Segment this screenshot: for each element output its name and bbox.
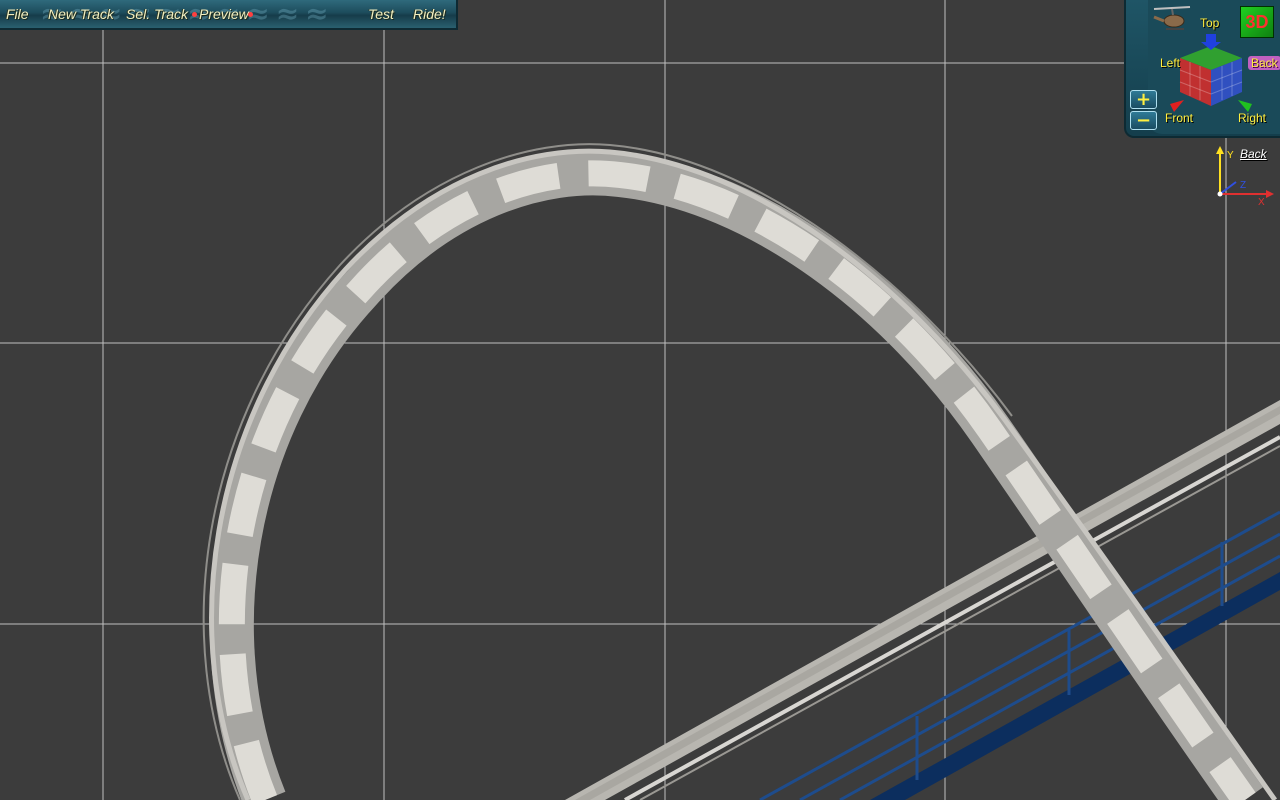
- axis-y-label: Y: [1227, 150, 1234, 161]
- 3d-viewport[interactable]: [0, 0, 1280, 800]
- menu-test[interactable]: Test: [368, 6, 394, 22]
- menu-preview[interactable]: Preview: [199, 6, 249, 22]
- view-cube-icon[interactable]: [1170, 34, 1252, 114]
- zoom-out-button[interactable]: −: [1130, 111, 1157, 130]
- view-left-label[interactable]: Left: [1160, 56, 1180, 70]
- main-menu-bar: ≈≈≈≈≈≈≈≈≈≈ File New Track Sel. Track Pre…: [0, 0, 458, 30]
- axis-z-label: Z: [1240, 180, 1246, 191]
- view-front-label[interactable]: Front: [1165, 111, 1193, 125]
- menu-file[interactable]: File: [6, 6, 29, 22]
- menu-sel-track[interactable]: Sel. Track: [126, 6, 188, 22]
- axis-x-label: X: [1258, 197, 1265, 206]
- menu-ride[interactable]: Ride!: [413, 6, 446, 22]
- loop-track-segment[interactable]: [202, 143, 1278, 800]
- straight-track-segment[interactable]: [565, 400, 1280, 800]
- preview-indicator-dot: [192, 12, 197, 17]
- menu-new-track[interactable]: New Track: [48, 6, 114, 22]
- zoom-in-button[interactable]: +: [1130, 90, 1157, 109]
- axis-gizmo-icon: Y X Z: [1216, 146, 1274, 206]
- view-right-label[interactable]: Right: [1238, 111, 1266, 125]
- view-top-label[interactable]: Top: [1200, 16, 1219, 30]
- helicopter-icon[interactable]: [1152, 4, 1192, 36]
- preview-indicator-dot-right: [248, 12, 253, 17]
- view-back-label[interactable]: Back: [1248, 56, 1280, 70]
